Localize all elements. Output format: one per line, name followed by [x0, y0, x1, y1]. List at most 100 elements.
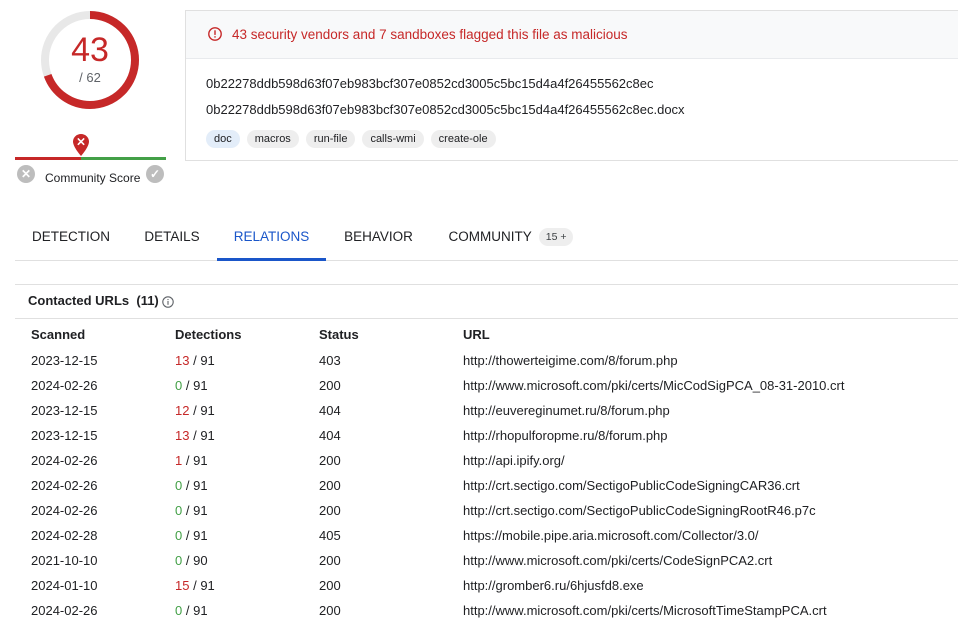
detection-count: 12	[175, 403, 190, 418]
scanned-date: 2024-02-26	[31, 603, 98, 618]
alert-text: 43 security vendors and 7 sandboxes flag…	[232, 27, 628, 42]
url-link[interactable]: http://rhopulforopme.ru/8/forum.php	[463, 428, 668, 444]
active-tab-indicator	[217, 258, 326, 261]
location-marker-icon	[73, 134, 89, 156]
http-status: 403	[319, 353, 341, 368]
engine-total: / 91	[185, 528, 208, 543]
engine-total: / 91	[185, 503, 208, 518]
col-status: Status	[319, 327, 359, 342]
tab-behavior[interactable]: BEHAVIOR	[329, 216, 428, 260]
detection-count: 15	[175, 578, 190, 593]
col-scanned: Scanned	[31, 327, 86, 342]
engine-total: / 91	[185, 378, 208, 393]
tab-label: COMMUNITY	[448, 229, 532, 244]
tag[interactable]: create-ole	[430, 130, 496, 148]
url-link[interactable]: http://gromber6.ru/6hjusfd8.exe	[463, 578, 644, 594]
url-link[interactable]: http://crt.sectigo.com/SectigoPublicCode…	[463, 478, 800, 494]
url-link[interactable]: http://crt.sectigo.com/SectigoPublicCode…	[463, 503, 816, 519]
tag[interactable]: run-file	[305, 130, 356, 148]
table-row[interactable]: 2024-02-26 0 / 91 200 http://crt.sectigo.co…	[31, 478, 958, 503]
contacted-urls-table: Scanned Detections Status URL 2023-12-15…	[31, 327, 958, 618]
url-link[interactable]: http://api.ipify.org/	[463, 453, 565, 469]
scanned-date: 2024-02-28	[31, 528, 98, 543]
table-row[interactable]: 2024-02-26 0 / 91 200 http://www.microsoft.…	[31, 603, 958, 625]
tag-list: doc macros run-file calls-wmi create-ole	[206, 130, 496, 148]
tab-label: BEHAVIOR	[344, 229, 413, 244]
table-row[interactable]: 2024-02-26 1 / 91 200 http://api.ipify.org/	[31, 453, 958, 478]
community-score-label: Community Score	[45, 171, 141, 185]
scanned-date: 2023-12-15	[31, 403, 98, 418]
http-status: 200	[319, 453, 341, 468]
scanned-date: 2024-02-26	[31, 478, 98, 493]
tab-label: RELATIONS	[233, 229, 310, 244]
url-link[interactable]: http://thowerteigime.com/8/forum.php	[463, 353, 678, 369]
http-status: 200	[319, 378, 341, 393]
detection-ratio: 0 / 91	[175, 503, 208, 519]
table-row[interactable]: 2021-10-10 0 / 90 200 http://www.microsoft.…	[31, 553, 958, 578]
vote-malicious-icon[interactable]: ✕	[17, 165, 35, 183]
tab-details[interactable]: DETAILS	[130, 216, 214, 260]
alert-circle-icon	[208, 27, 222, 41]
table-row[interactable]: 2023-12-15 13 / 91 403 http://thowerteigime…	[31, 353, 958, 378]
url-link[interactable]: http://www.microsoft.com/pki/certs/CodeS…	[463, 553, 772, 569]
tag[interactable]: calls-wmi	[362, 130, 424, 148]
url-link[interactable]: http://www.microsoft.com/pki/certs/MicCo…	[463, 378, 844, 394]
url-link[interactable]: http://www.microsoft.com/pki/certs/Micro…	[463, 603, 827, 619]
table-row[interactable]: 2024-02-28 0 / 91 405 https://mobile.pipe.a…	[31, 528, 958, 553]
engine-total: / 91	[193, 578, 215, 593]
tab-bar: DETECTION DETAILS RELATIONS BEHAVIOR COM…	[15, 216, 958, 261]
score-total: / 62	[79, 70, 101, 85]
detection-ratio: 0 / 91	[175, 378, 208, 394]
detection-ratio: 0 / 90	[175, 553, 208, 569]
detection-ratio: 1 / 91	[175, 453, 208, 469]
detection-count: 13	[175, 428, 190, 443]
col-url: URL	[463, 327, 490, 342]
table-row[interactable]: 2024-02-26 0 / 91 200 http://www.microsoft.…	[31, 378, 958, 403]
engine-total: / 90	[185, 553, 208, 568]
score-detections: 43	[71, 31, 109, 69]
community-score: ✕ Community Score ✓	[15, 133, 166, 185]
community-bar-malicious	[15, 157, 81, 160]
section-title: Contacted URLs (11)	[28, 293, 159, 308]
tag[interactable]: macros	[246, 130, 299, 148]
scanned-date: 2024-02-26	[31, 503, 98, 518]
http-status: 200	[319, 578, 341, 593]
tab-label: DETECTION	[31, 229, 110, 244]
tag[interactable]: doc	[206, 130, 240, 148]
scanned-date: 2023-12-15	[31, 428, 98, 443]
http-status: 405	[319, 528, 341, 543]
engine-total: / 91	[193, 353, 215, 368]
engine-total: / 91	[185, 478, 208, 493]
table-header: Scanned Detections Status URL	[31, 327, 958, 347]
tab-label: DETAILS	[144, 229, 200, 244]
detection-ratio: 12 / 91	[175, 403, 215, 419]
http-status: 200	[319, 478, 341, 493]
contacted-urls-header: Contacted URLs (11)	[15, 284, 958, 319]
scanned-date: 2021-10-10	[31, 553, 98, 568]
http-status: 200	[319, 603, 341, 618]
table-row[interactable]: 2024-02-26 0 / 91 200 http://crt.sectigo.co…	[31, 503, 958, 528]
table-row[interactable]: 2024-01-10 15 / 91 200 http://gromber6.ru/6…	[31, 578, 958, 603]
file-summary-card: 43 security vendors and 7 sandboxes flag…	[185, 10, 958, 161]
url-link[interactable]: http://euvereginumet.ru/8/forum.php	[463, 403, 670, 419]
http-status: 404	[319, 428, 341, 443]
detection-score-gauge: 43 / 62	[38, 8, 142, 112]
scanned-date: 2024-02-26	[31, 378, 98, 393]
table-row[interactable]: 2023-12-15 13 / 91 404 http://rhopulforopme…	[31, 428, 958, 453]
vote-harmless-icon[interactable]: ✓	[146, 165, 164, 183]
http-status: 200	[319, 503, 341, 518]
detection-ratio: 0 / 91	[175, 478, 208, 494]
community-bar-harmless	[81, 157, 166, 160]
tab-community[interactable]: COMMUNITY 15 +	[435, 216, 587, 260]
tab-relations[interactable]: RELATIONS	[217, 216, 326, 261]
detection-ratio: 13 / 91	[175, 428, 215, 444]
info-icon[interactable]	[162, 296, 174, 308]
scanned-date: 2024-02-26	[31, 453, 98, 468]
table-row[interactable]: 2023-12-15 12 / 91 404 http://euvereginumet…	[31, 403, 958, 428]
engine-total: / 91	[193, 428, 215, 443]
scanned-date: 2024-01-10	[31, 578, 98, 593]
file-hash[interactable]: 0b22278ddb598d63f07eb983bcf307e0852cd300…	[206, 76, 653, 91]
tab-detection[interactable]: DETECTION	[15, 216, 127, 260]
engine-total: / 91	[193, 403, 215, 418]
url-link[interactable]: https://mobile.pipe.aria.microsoft.com/C…	[463, 528, 759, 544]
